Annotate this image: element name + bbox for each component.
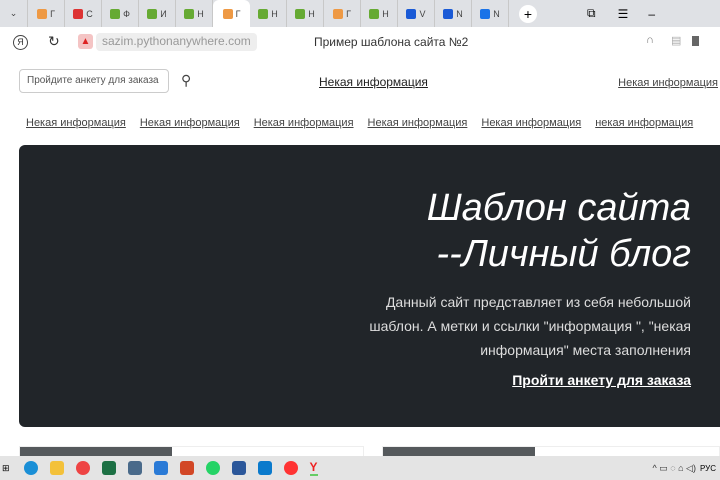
favicon-icon [369, 8, 380, 19]
hero-lead: Данный сайт представляет из себя небольш… [369, 294, 691, 358]
nav-link[interactable]: Некая информация [481, 117, 581, 129]
taskbar: ⊞ Y ^ ▭ ◌ ⌂ ◁) РУС [0, 456, 720, 480]
tab-label: Ν [493, 8, 500, 19]
tab-label: Н [308, 8, 315, 19]
vscode-icon[interactable] [257, 461, 272, 475]
tab-label: Ν [456, 8, 463, 19]
tab-label: Г [346, 8, 351, 19]
tab-label: Н [382, 8, 389, 19]
favicon-icon [184, 8, 195, 19]
reload-icon[interactable]: ↻ [48, 33, 60, 50]
search-input[interactable]: Пройдите анкету для заказа [19, 69, 169, 93]
new-tab-button[interactable]: + [519, 4, 537, 23]
taskview-icon[interactable]: ⊞ [2, 463, 10, 474]
warning-icon[interactable]: ▲ [78, 34, 93, 49]
favicon-icon [110, 8, 121, 19]
browser-tab[interactable]: Н [361, 0, 398, 27]
favicon-icon [480, 8, 491, 19]
url-field[interactable]: sazim.pythonanywhere.com [96, 33, 257, 51]
address-bar: Я ↻ ▲ sazim.pythonanywhere.com Пример ша… [0, 27, 720, 59]
hero-title-line: --Личный блог [436, 233, 691, 275]
yandex-icon[interactable]: Я [13, 35, 28, 50]
header-link-center[interactable]: Некая информация [319, 75, 428, 89]
hero-banner: Шаблон сайта --Личный блог Данный сайт п… [19, 145, 720, 427]
browser-tab-bar: ⌄ Г С Ф И Н Г Н Н Г Н V Ν Ν + ⧉ ☰ – [0, 0, 720, 27]
tab-label: Г [235, 8, 241, 19]
page-title: Пример шаблона сайта №2 [314, 35, 469, 49]
nav-link[interactable]: некая информация [595, 117, 693, 129]
browser-tab[interactable]: Г [213, 0, 250, 27]
browser-tab[interactable]: С [65, 0, 102, 27]
collections-icon[interactable]: ⧉ [587, 6, 596, 21]
header-link-right[interactable]: Некая информация [618, 77, 718, 89]
tab-label: С [86, 8, 93, 19]
mail-icon[interactable] [153, 461, 168, 475]
tab-label: Г [50, 8, 55, 19]
browser-tab[interactable]: Г [324, 0, 361, 27]
nav-links: Некая информация Некая информация Некая … [26, 117, 718, 129]
nav-link[interactable]: Некая информация [368, 117, 468, 129]
browser-tab[interactable]: И [139, 0, 176, 27]
chrome-icon[interactable] [75, 461, 90, 475]
browser-tab[interactable]: Н [250, 0, 287, 27]
favicon-icon [295, 8, 306, 19]
word-icon[interactable] [231, 461, 246, 475]
favicon-icon [37, 8, 48, 19]
favicon-icon [258, 8, 269, 19]
order-survey-link[interactable]: Пройти анкету для заказа [512, 372, 691, 388]
favicon-icon [73, 8, 84, 19]
browser-tab[interactable]: Г [28, 0, 65, 27]
explorer-icon[interactable] [49, 461, 64, 475]
tray-icons[interactable]: ^ ▭ ◌ ⌂ ◁) [653, 463, 696, 474]
yandex-browser-icon[interactable]: Y [309, 460, 318, 476]
whatsapp-icon[interactable] [205, 461, 220, 475]
favicon-icon [443, 8, 454, 19]
reader-icon[interactable]: ▤ [671, 34, 681, 47]
language-indicator[interactable]: РУС [700, 464, 716, 473]
favicon-icon [222, 8, 233, 19]
tab-label: Ф [123, 8, 130, 19]
bookmark-icon[interactable] [692, 36, 699, 46]
browser-tab[interactable]: Н [287, 0, 324, 27]
powerpoint-icon[interactable] [179, 461, 194, 475]
tab-list-button[interactable]: ⌄ [0, 0, 28, 27]
browser-tab[interactable]: Н [176, 0, 213, 27]
tab-label: Н [197, 8, 204, 19]
menu-icon[interactable]: ☰ [618, 7, 629, 21]
search-icon[interactable]: ⚲ [181, 72, 191, 89]
favicon-icon [333, 8, 344, 19]
calculator-icon[interactable] [127, 461, 142, 475]
favicon-icon [406, 8, 417, 19]
yandex-icon[interactable] [283, 461, 298, 475]
nav-link[interactable]: Некая информация [140, 117, 240, 129]
headphones-icon[interactable]: ∩ [646, 34, 654, 46]
favicon-icon [147, 8, 158, 19]
tab-label: V [419, 8, 426, 19]
nav-link[interactable]: Некая информация [26, 117, 126, 129]
excel-icon[interactable] [101, 461, 116, 475]
browser-tab[interactable]: Ν [472, 0, 509, 27]
tab-label: Н [271, 8, 278, 19]
browser-tab[interactable]: V [398, 0, 435, 27]
browser-tab[interactable]: Ν [435, 0, 472, 27]
hero-title-line: Шаблон сайта [426, 187, 691, 229]
minimize-icon[interactable]: – [648, 7, 655, 21]
tab-label: И [160, 8, 167, 19]
hero-title: Шаблон сайта --Личный блог [427, 185, 691, 277]
nav-link[interactable]: Некая информация [254, 117, 354, 129]
browser-tab[interactable]: Ф [102, 0, 139, 27]
edge-icon[interactable] [23, 461, 38, 475]
